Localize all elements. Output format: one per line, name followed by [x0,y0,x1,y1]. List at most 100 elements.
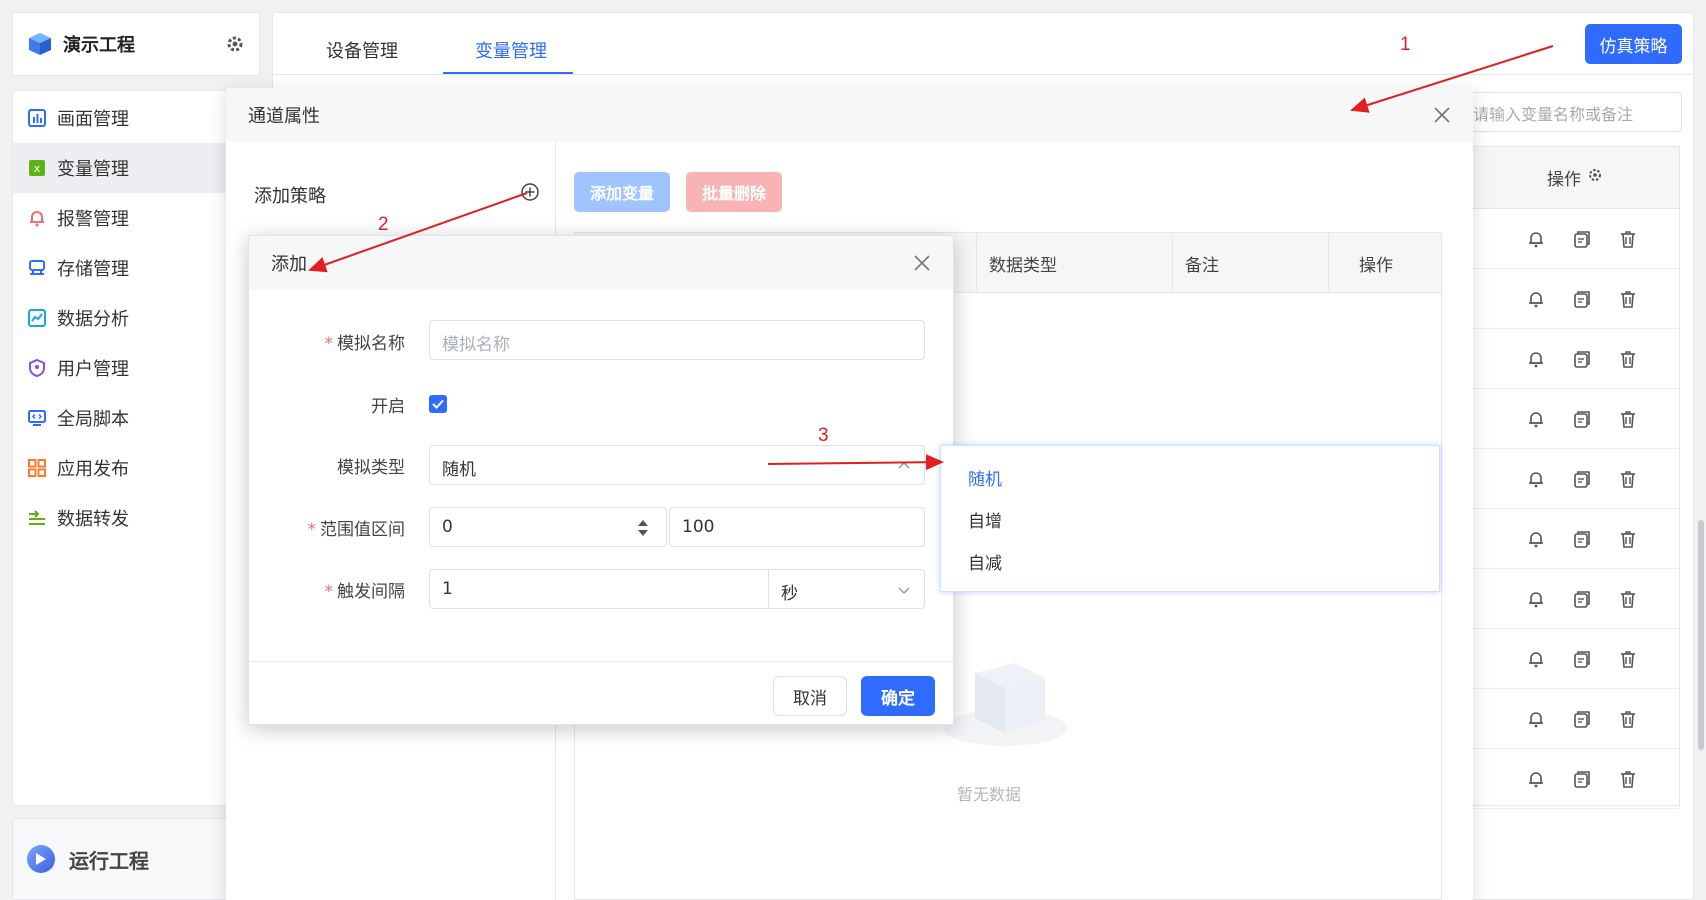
chevron-up-icon [896,458,912,474]
trash-icon[interactable] [1617,468,1639,490]
bell-icon[interactable] [1525,648,1547,670]
enable-checkbox[interactable] [429,395,447,413]
bell-icon[interactable] [1525,768,1547,790]
tab-bar: 设备管理 变量管理 [273,13,1693,75]
bell-icon[interactable] [1525,408,1547,430]
add-simulation-dialog: 添加 * 模拟名称 模拟名称 开启 模拟类型 随机 * 范围值区间 0 100 * 触… [248,235,954,725]
sidebar-item-label: 应用发布 [57,459,129,480]
range-label: * 范围值区间 [307,520,406,540]
trash-icon[interactable] [1617,408,1639,430]
sidebar-item-label: 存储管理 [57,259,129,280]
confirm-button[interactable]: 确定 [861,676,935,716]
bell-icon[interactable] [1525,228,1547,250]
project-card: 演示工程 [12,12,260,76]
tab-variables[interactable]: 变量管理 [475,37,547,63]
trash-icon[interactable] [1617,648,1639,670]
settings-icon[interactable] [1587,167,1603,188]
ops-column-header: 操作 [1471,147,1679,209]
copy-icon[interactable] [1571,768,1593,790]
simulation-policy-button[interactable]: 仿真策略 [1585,24,1682,64]
dropdown-option-decrement[interactable]: 自减 [941,540,1439,582]
trash-icon[interactable] [1617,588,1639,610]
bell-icon[interactable] [1525,348,1547,370]
table-row [1471,389,1679,449]
cancel-button[interactable]: 取消 [773,676,847,716]
sim-type-value: 随机 [442,460,476,480]
sidebar-item-label: 变量管理 [57,159,129,180]
range-min-input[interactable]: 0 [429,507,667,547]
trash-icon[interactable] [1617,528,1639,550]
add-variable-button[interactable]: 添加变量 [574,172,670,212]
play-icon [27,845,55,873]
sidebar-item-publish[interactable]: 应用发布 [13,443,259,493]
sidebar-item-label: 画面管理 [57,109,129,130]
table-row [1471,749,1679,809]
table-row [1471,569,1679,629]
column-header-ops: 操作 [1328,233,1443,293]
variable-search-input[interactable]: 请输入变量名称或备注 [1460,92,1682,132]
bell-icon[interactable] [1525,288,1547,310]
storage-icon [27,258,47,278]
tab-devices[interactable]: 设备管理 [326,37,398,63]
bell-icon[interactable] [1525,528,1547,550]
trash-icon[interactable] [1617,288,1639,310]
sidebar-item-screen[interactable]: 画面管理 [13,93,259,143]
active-tab-indicator [443,72,573,74]
sidebar-item-forward[interactable]: 数据转发 [13,493,259,543]
variable-icon: x [27,158,47,178]
range-max-value: 100 [682,517,715,537]
table-row [1471,209,1679,269]
sidebar-item-alarms[interactable]: 报警管理 [13,193,259,243]
sim-type-label: 模拟类型 [337,458,405,478]
table-row [1471,509,1679,569]
sidebar-item-variables[interactable]: x 变量管理 [13,143,259,193]
column-header-remark: 备注 [1172,233,1328,293]
sidebar-item-analysis[interactable]: 数据分析 [13,293,259,343]
copy-icon[interactable] [1571,528,1593,550]
dropdown-option-random[interactable]: 随机 [941,456,1439,498]
bell-icon[interactable] [1525,468,1547,490]
interval-input[interactable]: 1 [429,569,769,609]
add-circle-icon[interactable] [520,182,540,202]
copy-icon[interactable] [1571,288,1593,310]
range-max-input[interactable]: 100 [669,507,925,547]
scrollbar-thumb[interactable] [1698,520,1704,750]
bell-icon[interactable] [1525,588,1547,610]
add-dialog-title: 添加 [271,254,307,275]
stepper-icon[interactable] [636,517,650,539]
copy-icon[interactable] [1571,408,1593,430]
copy-icon[interactable] [1571,228,1593,250]
copy-icon[interactable] [1571,708,1593,730]
trash-icon[interactable] [1617,228,1639,250]
add-dialog-header: 添加 [249,236,953,290]
sidebar-item-scripts[interactable]: 全局脚本 [13,393,259,443]
sim-type-dropdown: 随机 自增 自减 [940,445,1440,592]
batch-delete-button[interactable]: 批量删除 [686,172,782,212]
table-row [1471,689,1679,749]
sim-type-select[interactable]: 随机 [429,445,925,485]
empty-box-icon [935,623,1075,753]
copy-icon[interactable] [1571,588,1593,610]
range-min-value: 0 [442,517,453,537]
sidebar-item-label: 数据转发 [57,509,129,530]
sim-name-input[interactable]: 模拟名称 [429,320,925,360]
trash-icon[interactable] [1617,768,1639,790]
gear-icon[interactable] [225,34,245,54]
trash-icon[interactable] [1617,708,1639,730]
bell-icon[interactable] [1525,708,1547,730]
dialog-footer-divider [249,661,953,662]
svg-text:x: x [34,162,41,175]
close-icon[interactable] [1433,106,1451,124]
run-project-button[interactable]: 运行工程 [12,818,260,900]
interval-unit-select[interactable]: 秒 [768,569,925,609]
table-row [1471,449,1679,509]
sidebar-item-users[interactable]: 用户管理 [13,343,259,393]
close-icon[interactable] [913,254,931,272]
sidebar-item-storage[interactable]: 存储管理 [13,243,259,293]
copy-icon[interactable] [1571,348,1593,370]
copy-icon[interactable] [1571,468,1593,490]
trash-icon[interactable] [1617,348,1639,370]
copy-icon[interactable] [1571,648,1593,670]
dropdown-option-increment[interactable]: 自增 [941,498,1439,540]
interval-unit-value: 秒 [781,584,798,604]
